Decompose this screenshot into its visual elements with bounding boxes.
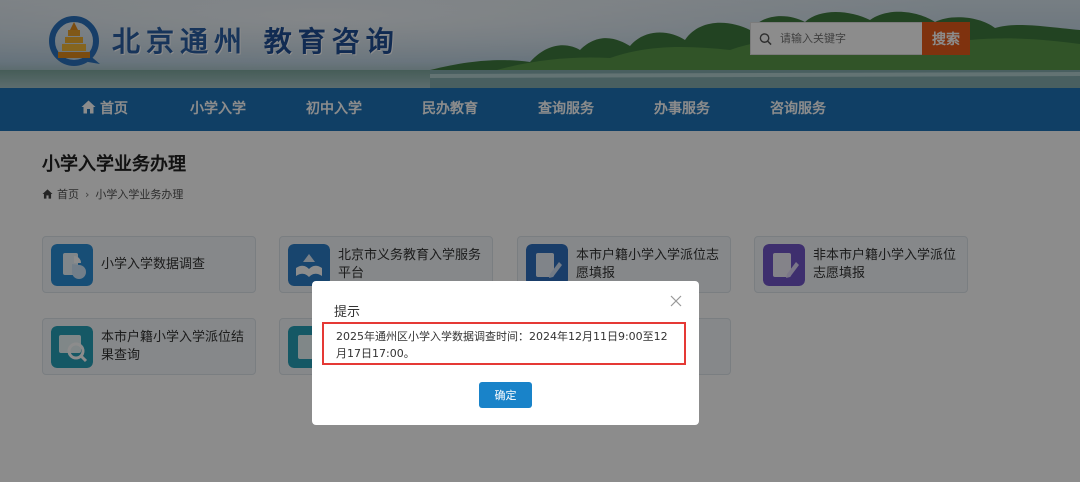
dialog-message: 2025年通州区小学入学数据调查时间：2024年12月11日9:00至12月17… [322,322,686,365]
notice-dialog: 提示 2025年通州区小学入学数据调查时间：2024年12月11日9:00至12… [312,281,699,425]
confirm-button[interactable]: 确定 [479,382,532,408]
close-icon[interactable] [670,295,682,307]
dialog-title: 提示 [334,305,361,320]
